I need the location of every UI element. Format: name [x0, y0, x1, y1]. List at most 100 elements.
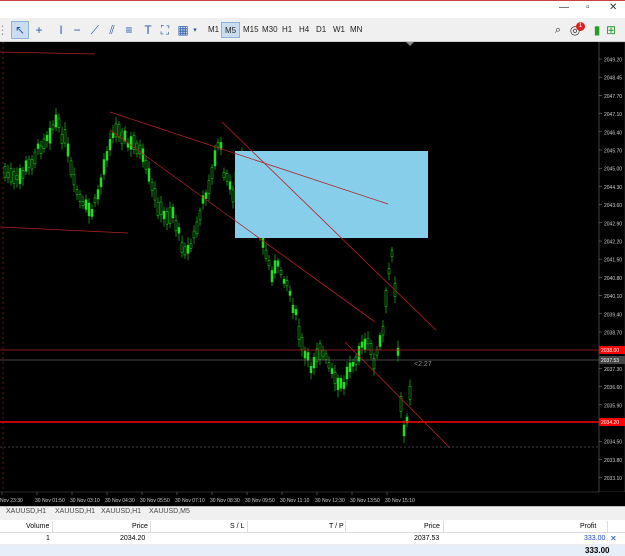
- candle: [153, 188, 157, 201]
- candle: [171, 206, 175, 219]
- chart-tab[interactable]: XAUUSD,H1: [6, 508, 46, 515]
- timeframe-d1[interactable]: D1: [313, 22, 329, 38]
- candle: [87, 202, 91, 217]
- candle: [72, 174, 76, 186]
- vertical-line-icon[interactable]: ǀ: [54, 21, 68, 39]
- column-take-profit[interactable]: T / P: [329, 523, 344, 530]
- candle: [111, 132, 115, 139]
- price-label: 2047.10: [604, 112, 622, 118]
- rectangle-icon[interactable]: ⛶: [158, 21, 172, 39]
- candle: [21, 170, 25, 179]
- timeframe-m5[interactable]: M5: [221, 22, 241, 38]
- candle: [273, 260, 277, 274]
- timeframe-mn[interactable]: MN: [347, 22, 365, 38]
- candle: [93, 197, 97, 203]
- candle: [96, 189, 100, 200]
- shapes-icon[interactable]: ▦: [175, 21, 191, 39]
- timeframe-h1[interactable]: H1: [279, 22, 295, 38]
- candle: [99, 177, 103, 188]
- candle: [396, 347, 400, 356]
- candle: [12, 171, 16, 184]
- candle: [102, 159, 106, 175]
- price-label: 2049.20: [604, 58, 622, 64]
- candle: [306, 352, 310, 361]
- timeframe-m30[interactable]: M30: [259, 22, 281, 38]
- close-position-icon[interactable]: ✕: [610, 534, 617, 543]
- candle: [303, 350, 307, 359]
- red-price-label: 2038.00: [601, 348, 619, 354]
- candle: [36, 143, 40, 149]
- candle: [351, 362, 355, 367]
- candle: [63, 129, 67, 144]
- trade-table-header: Volume Price S / L T / P Price Profit: [0, 521, 625, 533]
- column-stop-loss[interactable]: S / L: [230, 523, 244, 530]
- horizontal-line-icon[interactable]: −: [70, 21, 84, 39]
- candle: [282, 279, 286, 284]
- chart-tab[interactable]: XAUUSD,H1: [55, 508, 95, 515]
- column-price[interactable]: Price: [132, 523, 148, 530]
- candle: [213, 150, 217, 167]
- maximize-icon[interactable]: ▫: [586, 2, 590, 13]
- total-profit-bar: 333.00: [0, 545, 625, 556]
- candle: [189, 243, 193, 249]
- candle: [108, 139, 112, 151]
- candle: [78, 194, 82, 202]
- price-label: 2041.50: [604, 258, 622, 264]
- crosshair-icon[interactable]: +: [31, 21, 47, 39]
- timeframe-w1[interactable]: W1: [330, 22, 348, 38]
- price-chart[interactable]: 2049.20 2048.45 2047.70 2047.10 2046.40 2045.…: [0, 42, 625, 506]
- candle: [312, 357, 316, 369]
- candle: [66, 143, 70, 157]
- candle: [141, 148, 145, 162]
- price-label: 2044.30: [604, 185, 622, 191]
- time-label: 30 Nov 05:50: [140, 498, 170, 504]
- column-profit[interactable]: Profit: [580, 523, 596, 530]
- candle: [402, 424, 406, 437]
- candle: [348, 362, 352, 372]
- fibonacci-icon[interactable]: ≡: [122, 21, 136, 39]
- cursor-tool-icon[interactable]: ↖: [11, 21, 29, 39]
- shapes-dropdown-icon[interactable]: ▾: [191, 21, 199, 39]
- candle: [339, 378, 343, 389]
- channel-icon[interactable]: ⫽: [105, 21, 119, 39]
- candle: [60, 133, 64, 144]
- candle: [318, 343, 322, 360]
- candle: [300, 337, 304, 351]
- minimize-icon[interactable]: —: [559, 2, 569, 13]
- table-row[interactable]: 1 2034.20 2037.53 333.00 ✕: [0, 533, 625, 545]
- timeframe-h4[interactable]: H4: [296, 22, 312, 38]
- notification-badge: 1: [576, 22, 585, 31]
- candle: [168, 207, 172, 224]
- column-volume[interactable]: Volume: [26, 523, 49, 530]
- connection-status-icon: ⊞: [605, 23, 617, 37]
- candle: [378, 335, 382, 347]
- candle: [294, 309, 298, 316]
- candle: [309, 366, 313, 374]
- row-profit: 333.00: [584, 535, 606, 542]
- time-label: 30 Nov 03:10: [70, 498, 100, 504]
- candle: [210, 167, 214, 179]
- chart-tab[interactable]: XAUUSD,M5: [149, 508, 190, 515]
- text-tool-icon[interactable]: T: [141, 21, 155, 39]
- trendline-icon[interactable]: ⟋: [88, 21, 102, 39]
- chart-tabs: XAUUSD,H1 XAUUSD,H1 XAUUSD,H1 XAUUSD,M5: [0, 506, 625, 520]
- timeframe-m1[interactable]: M1: [205, 22, 222, 38]
- candle: [69, 160, 73, 176]
- title-bar: — ▫ ✕: [0, 0, 625, 18]
- candle: [228, 181, 232, 190]
- candle: [192, 230, 196, 239]
- candle: [18, 168, 22, 185]
- candle: [342, 382, 346, 389]
- column-current-price[interactable]: Price: [424, 523, 440, 530]
- row-open-price: 2034.20: [120, 535, 146, 542]
- price-label: 2033.80: [604, 458, 622, 464]
- close-icon[interactable]: ✕: [609, 2, 617, 13]
- candle: [162, 210, 166, 220]
- candle: [207, 180, 211, 194]
- chart-tab[interactable]: XAUUSD,H1: [101, 508, 141, 515]
- search-icon[interactable]: ⌕: [552, 21, 564, 39]
- price-label: 2040.80: [604, 276, 622, 282]
- candle: [231, 189, 235, 203]
- candle: [75, 189, 79, 195]
- candle: [204, 192, 208, 199]
